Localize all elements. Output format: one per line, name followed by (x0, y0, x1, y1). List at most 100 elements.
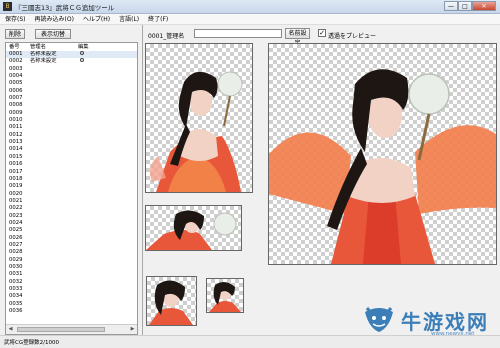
portrait-standard-panel[interactable] (145, 43, 253, 193)
list-item[interactable]: 0036 (6, 308, 137, 315)
window-title: 『三國志13』武将ＣＧ追加ツール (15, 4, 115, 12)
list-item[interactable]: 0011 (6, 124, 137, 131)
row-number: 0016 (9, 161, 23, 168)
portrait-small-image (209, 281, 241, 312)
entry-name-input[interactable] (194, 29, 282, 38)
entry-name-label: 0001_管理名 (148, 33, 185, 40)
minimize-button[interactable]: — (444, 1, 458, 11)
set-name-button[interactable]: 名前設定 (285, 28, 310, 47)
portrait-small-panel[interactable] (206, 278, 244, 313)
list-item[interactable]: 0031 (6, 271, 137, 278)
row-number: 0034 (9, 293, 23, 300)
row-number: 0001 (9, 51, 23, 57)
list-item[interactable]: 0026 (6, 235, 137, 242)
scrollbar-thumb[interactable] (17, 327, 105, 332)
list-item[interactable]: 0020 (6, 191, 137, 198)
column-number[interactable]: 番号 (9, 43, 20, 51)
row-number: 0014 (9, 146, 23, 153)
list-item[interactable]: 0028 (6, 249, 137, 256)
scroll-right-icon[interactable]: ▶ (128, 325, 137, 334)
row-number: 0035 (9, 300, 23, 307)
menu-reload[interactable]: 再読み込み(O) (35, 14, 74, 24)
list-item[interactable]: 0003 (6, 66, 137, 73)
list-item[interactable]: 0023 (6, 213, 137, 220)
menu-save[interactable]: 保存(S) (5, 14, 26, 24)
list-item[interactable]: 0033 (6, 286, 137, 293)
row-number: 0018 (9, 175, 23, 182)
row-number: 0021 (9, 197, 23, 204)
list-item[interactable]: 0032 (6, 279, 137, 286)
row-number: 0022 (9, 205, 23, 212)
menu-language[interactable]: 言語(L) (119, 14, 139, 24)
list-item[interactable]: 0035 (6, 301, 137, 308)
list-item[interactable]: 0004 (6, 73, 137, 80)
row-number: 0017 (9, 168, 23, 175)
delete-button[interactable]: 削除 (5, 29, 25, 39)
list-item[interactable]: 0021 (6, 198, 137, 205)
list-item[interactable]: 0024 (6, 220, 137, 227)
entry-list[interactable]: 番号 管理名 編集 0001 名称未設定 0002 名称未設定 0003 0004 0005… (5, 42, 138, 335)
row-number: 0019 (9, 183, 23, 190)
title-bar: B 『三國志13』武将ＣＧ追加ツール — □ ✕ (0, 0, 500, 14)
list-item[interactable]: 0016 (6, 161, 137, 168)
menu-exit[interactable]: 終了(F) (148, 14, 168, 24)
list-item[interactable]: 0017 (6, 169, 137, 176)
menu-bar: 保存(S) 再読み込み(O) ヘルプ(H) 言語(L) 終了(F) (0, 14, 500, 25)
status-bar: 武将CG登録数2/1000 (0, 335, 500, 348)
column-edit[interactable]: 編集 (78, 43, 89, 51)
row-number: 0031 (9, 271, 23, 278)
horizontal-scrollbar[interactable]: ◀ ▶ (6, 324, 137, 334)
list-item[interactable]: 0012 (6, 132, 137, 139)
close-button[interactable]: ✕ (472, 1, 496, 11)
list-item[interactable]: 0015 (6, 154, 137, 161)
list-item[interactable]: 0014 (6, 146, 137, 153)
list-item[interactable]: 0027 (6, 242, 137, 249)
list-item[interactable]: 0018 (6, 176, 137, 183)
list-item[interactable]: 0010 (6, 117, 137, 124)
list-item[interactable]: 0029 (6, 257, 137, 264)
list-item[interactable]: 0002 名称未設定 (6, 58, 137, 65)
portrait-medium-panel[interactable] (146, 276, 197, 326)
preview-transparency-label: 透過をプレビュー (328, 33, 377, 40)
list-item[interactable]: 0019 (6, 183, 137, 190)
row-number: 0006 (9, 87, 23, 94)
row-number: 0030 (9, 263, 23, 270)
app-icon: B (3, 2, 12, 11)
row-number: 0015 (9, 153, 23, 160)
row-number: 0032 (9, 278, 23, 285)
preview-transparency-checkbox[interactable]: ✓ (318, 29, 326, 37)
portrait-large-image (269, 69, 496, 264)
portrait-large-panel[interactable] (268, 43, 497, 265)
scroll-left-icon[interactable]: ◀ (6, 325, 15, 334)
row-number: 0033 (9, 286, 23, 292)
list-item[interactable]: 0001 名称未設定 (6, 51, 137, 59)
circle-icon (80, 58, 84, 63)
list-item[interactable]: 0008 (6, 102, 137, 109)
column-name[interactable]: 管理名 (30, 43, 46, 51)
list-item[interactable]: 0030 (6, 264, 137, 271)
list-item[interactable]: 0009 (6, 110, 137, 117)
toggle-display-button[interactable]: 表示切替 (35, 29, 71, 39)
row-number: 0027 (9, 241, 23, 248)
menu-help[interactable]: ヘルプ(H) (83, 14, 110, 24)
portrait-wide-panel[interactable] (145, 205, 242, 251)
row-number: 0009 (9, 109, 23, 116)
list-item[interactable]: 0005 (6, 80, 137, 87)
row-number: 0003 (9, 65, 23, 72)
circle-icon (80, 51, 84, 55)
list-item[interactable]: 0007 (6, 95, 137, 102)
list-item[interactable]: 0022 (6, 205, 137, 212)
row-number: 0028 (9, 249, 23, 256)
row-number: 0013 (9, 139, 23, 146)
row-number: 0036 (9, 308, 23, 315)
row-number: 0024 (9, 219, 23, 226)
maximize-button[interactable]: □ (458, 1, 472, 11)
row-number: 0007 (9, 95, 23, 102)
list-item[interactable]: 0006 (6, 88, 137, 95)
row-number: 0029 (9, 256, 23, 263)
row-number: 0008 (9, 102, 23, 109)
list-item[interactable]: 0034 (6, 293, 137, 300)
row-number: 0004 (9, 73, 23, 80)
list-item[interactable]: 0013 (6, 139, 137, 146)
list-item[interactable]: 0025 (6, 227, 137, 234)
